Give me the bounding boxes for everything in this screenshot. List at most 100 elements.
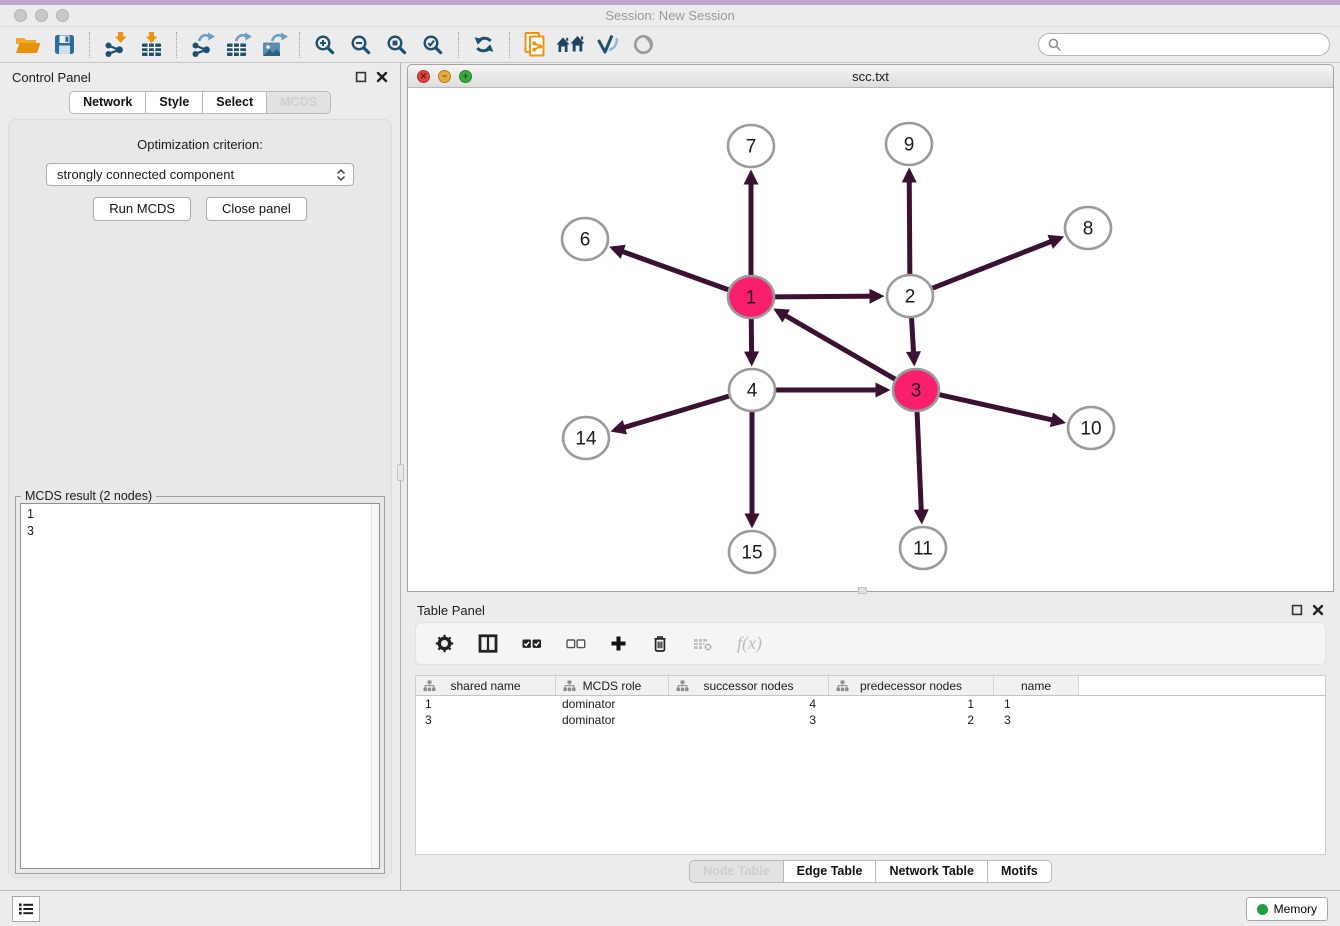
tab-style[interactable]: Style [145, 91, 203, 114]
graph-edge-2-9[interactable] [909, 172, 910, 274]
close-panel-action-button[interactable]: Close panel [206, 197, 307, 221]
table-cell[interactable]: 1 [416, 697, 556, 711]
graph-node-label: 10 [1080, 419, 1101, 440]
horizontal-splitter-grip[interactable] [858, 587, 867, 594]
eye-button[interactable] [625, 30, 661, 60]
graph-node-7[interactable]: 7 [728, 125, 774, 167]
deselect-all-button[interactable] [566, 636, 586, 651]
shared-column-icon [423, 680, 436, 692]
export-network-button[interactable] [184, 30, 220, 60]
gear-button[interactable] [435, 634, 454, 653]
tab-mcds[interactable]: MCDS [266, 91, 331, 114]
table-cell[interactable]: dominator [556, 713, 669, 727]
refresh-button[interactable] [466, 30, 502, 60]
table-cell[interactable]: 4 [669, 697, 829, 711]
optimization-criterion-label: Optimization criterion: [9, 137, 391, 152]
optimization-criterion-select[interactable]: strongly connected component [46, 163, 354, 186]
graph-node-6[interactable]: 6 [562, 218, 608, 260]
graph-node-11[interactable]: 11 [900, 527, 946, 569]
hide-panels-icon [595, 34, 619, 56]
vertical-splitter-grip[interactable] [397, 464, 404, 481]
graph-node-14[interactable]: 14 [563, 417, 609, 459]
graph-edge-3-1[interactable] [777, 311, 895, 379]
column-header-name[interactable]: name [994, 676, 1079, 695]
table-tab-node-table[interactable]: Node Table [689, 860, 783, 883]
search-box[interactable] [1038, 33, 1330, 56]
table-row[interactable]: 3dominator323 [416, 712, 1325, 728]
graph-node-label: 9 [904, 135, 915, 156]
table-cell[interactable]: 1 [994, 697, 1079, 711]
open-session-button[interactable] [10, 30, 46, 60]
network-file-button[interactable] [517, 30, 553, 60]
table-cell[interactable]: 2 [829, 713, 994, 727]
network-maximize-button[interactable]: + [459, 70, 472, 83]
delete-table-icon [693, 636, 713, 652]
graph-edge-3-11[interactable] [917, 412, 922, 520]
tab-select[interactable]: Select [202, 91, 267, 114]
network-minimize-button[interactable]: − [438, 70, 451, 83]
import-network-button[interactable] [97, 30, 133, 60]
function-button[interactable]: f(x) [737, 633, 762, 654]
network-canvas[interactable]: 7 9 6 8 1 2 4 3 14 10 15 11 [408, 88, 1333, 591]
memory-button[interactable]: Memory [1246, 897, 1328, 921]
save-session-button[interactable] [46, 30, 82, 60]
graph-node-9[interactable]: 9 [886, 123, 932, 165]
close-table-panel-button[interactable] [1312, 604, 1324, 616]
export-table-button[interactable] [220, 30, 256, 60]
zoom-in-button[interactable] [307, 30, 343, 60]
table-cell[interactable]: dominator [556, 697, 669, 711]
graph-node-15[interactable]: 15 [729, 531, 775, 573]
network-close-button[interactable]: ✕ [417, 70, 430, 83]
deselect-all-icon [566, 636, 586, 651]
float-table-panel-button[interactable] [1291, 604, 1303, 616]
column-label: successor nodes [703, 679, 793, 693]
window-title: Session: New Session [0, 5, 1340, 27]
home-button[interactable] [553, 30, 589, 60]
graph-edge-3-10[interactable] [939, 395, 1061, 422]
table-tab-network-table[interactable]: Network Table [875, 860, 988, 883]
result-scrollbar[interactable] [371, 504, 379, 868]
float-panel-button[interactable] [355, 71, 367, 83]
table-row[interactable]: 1dominator411 [416, 696, 1325, 712]
table-cell[interactable]: 3 [669, 713, 829, 727]
zoom-fit-button[interactable] [379, 30, 415, 60]
add-column-button[interactable] [610, 635, 627, 652]
tab-network[interactable]: Network [69, 91, 146, 114]
column-header-shared-name[interactable]: shared name [416, 676, 556, 695]
table-tab-motifs[interactable]: Motifs [987, 860, 1052, 883]
graph-edge-2-3[interactable] [912, 318, 915, 362]
mcds-panel: Optimization criterion: strongly connect… [8, 119, 392, 878]
graph-edge-2-8[interactable] [932, 238, 1060, 288]
graph-node-4[interactable]: 4 [729, 369, 775, 411]
hide-panels-button[interactable] [589, 30, 625, 60]
column-header-predecessor-nodes[interactable]: predecessor nodes [829, 676, 994, 695]
delete-table-button[interactable] [693, 636, 713, 652]
import-table-button[interactable] [133, 30, 169, 60]
graph-node-1[interactable]: 1 [728, 276, 774, 318]
delete-column-button[interactable] [651, 634, 669, 653]
close-panel-button[interactable] [376, 71, 388, 83]
table-cell[interactable]: 3 [994, 713, 1079, 727]
export-image-button[interactable] [256, 30, 292, 60]
graph-node-8[interactable]: 8 [1065, 207, 1111, 249]
run-mcds-button[interactable]: Run MCDS [93, 197, 191, 221]
table-tab-edge-table[interactable]: Edge Table [783, 860, 877, 883]
graph-edge-1-6[interactable] [613, 248, 728, 290]
task-history-button[interactable] [12, 896, 40, 922]
zoom-selected-button[interactable] [415, 30, 451, 60]
table-cell[interactable]: 3 [416, 713, 556, 727]
select-all-button[interactable] [522, 636, 542, 651]
gear-icon [435, 634, 454, 653]
search-input[interactable] [1067, 38, 1320, 52]
column-header-successor-nodes[interactable]: successor nodes [669, 676, 829, 695]
column-header-MCDS-role[interactable]: MCDS role [556, 676, 669, 695]
graph-node-3[interactable]: 3 [893, 369, 939, 411]
zoom-out-button[interactable] [343, 30, 379, 60]
graph-edge-1-2[interactable] [775, 296, 880, 297]
table-cell[interactable]: 1 [829, 697, 994, 711]
graph-node-10[interactable]: 10 [1068, 407, 1114, 449]
graph-node-2[interactable]: 2 [887, 275, 933, 317]
mcds-result-text[interactable]: 1 3 [20, 503, 380, 869]
graph-edge-4-14[interactable] [615, 396, 729, 430]
columns-button[interactable] [478, 634, 498, 653]
